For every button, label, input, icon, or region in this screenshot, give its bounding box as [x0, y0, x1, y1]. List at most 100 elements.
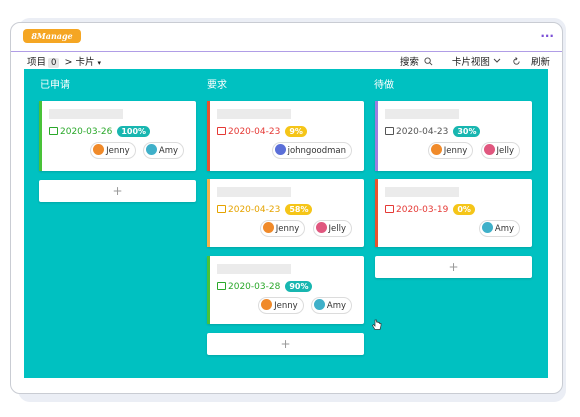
refresh-button[interactable]: 刷新: [512, 57, 550, 68]
card-due-date: 2020-03-19 0%: [385, 204, 475, 215]
card-status-bar: [375, 179, 378, 247]
card-status-bar: [375, 101, 378, 171]
task-card[interactable]: 2020-04-23 30% Jenny Jelly: [375, 101, 532, 171]
card-due-date: 2020-04-23 9%: [217, 126, 307, 137]
assignees: Amy: [475, 220, 520, 237]
breadcrumb-separator: >: [64, 57, 73, 68]
avatar: [274, 144, 286, 155]
due-date-text: 2020-04-23: [228, 205, 281, 215]
assignees: johngoodman: [268, 142, 352, 159]
progress-badge: 90%: [285, 281, 313, 292]
app-logo: 8Manage: [23, 29, 81, 43]
assignee-name: Amy: [158, 146, 178, 156]
task-card[interactable]: 2020-03-28 90% Jenny Amy: [207, 256, 364, 324]
card-due-date: 2020-04-23 58%: [217, 204, 313, 215]
caret-down-icon: ▾: [97, 59, 102, 67]
assignee-chip[interactable]: Jenny: [90, 142, 136, 159]
chevron-down-icon: [493, 58, 501, 63]
card-title-placeholder: [217, 264, 291, 274]
card-title-placeholder: [49, 109, 123, 119]
kanban-board: 已申请 2020-03-26 100% Jenny Amy + 要求 2020-0…: [24, 69, 548, 378]
calendar-icon: [217, 205, 226, 213]
calendar-icon: [49, 127, 58, 135]
due-date-text: 2020-04-23: [396, 127, 449, 137]
calendar-icon: [217, 282, 226, 290]
column-title-applied: 已申请: [40, 80, 70, 91]
assignee-name: Jelly: [496, 146, 515, 156]
project-link[interactable]: 项目: [27, 57, 46, 68]
breadcrumb: 项目 0 > 卡片 ▾: [27, 54, 101, 68]
assignee-chip[interactable]: Amy: [142, 142, 184, 159]
column-title-requested: 要求: [207, 80, 227, 91]
avatar: [261, 299, 273, 310]
card-due-date: 2020-04-23 30%: [385, 126, 481, 137]
card-dropdown-label: 卡片: [75, 57, 95, 68]
assignee-name: Jenny: [274, 301, 298, 311]
avatar: [430, 144, 442, 155]
calendar-icon: [385, 127, 394, 135]
more-menu-button[interactable]: ...: [540, 26, 554, 40]
card-status-bar: [207, 256, 210, 324]
assignee-name: Jenny: [443, 146, 468, 156]
assignee-chip[interactable]: johngoodman: [271, 142, 352, 159]
progress-badge: 58%: [285, 204, 313, 215]
avatar: [313, 299, 325, 310]
due-date-text: 2020-03-19: [396, 205, 449, 215]
assignee-chip[interactable]: Jelly: [480, 142, 520, 159]
avatar: [145, 144, 157, 155]
search-button[interactable]: 搜索: [392, 57, 433, 68]
card-due-date: 2020-03-26 100%: [49, 126, 151, 137]
assignee-name: Amy: [326, 301, 346, 311]
assignees: Jenny Jelly: [424, 142, 520, 159]
avatar: [483, 144, 495, 155]
assignee-name: Jelly: [328, 224, 347, 234]
assignee-name: Jenny: [106, 146, 130, 156]
card-title-placeholder: [385, 109, 459, 119]
search-label: 搜索: [399, 57, 419, 68]
top-bar: 8Manage ...: [11, 23, 562, 51]
due-date-text: 2020-03-28: [228, 282, 281, 292]
progress-badge: 9%: [285, 126, 307, 137]
avatar: [481, 222, 493, 233]
column-title-todo: 待做: [374, 80, 394, 91]
assignee-chip[interactable]: Amy: [310, 297, 352, 314]
progress-badge: 0%: [453, 204, 475, 215]
card-status-bar: [39, 101, 42, 171]
assignee-name: Amy: [494, 224, 514, 234]
assignees: Jenny Amy: [86, 142, 184, 159]
calendar-icon: [217, 127, 226, 135]
assignee-chip[interactable]: Jenny: [427, 142, 474, 159]
avatar: [93, 144, 105, 155]
view-label: 卡片视图: [451, 57, 490, 68]
due-date-text: 2020-03-26: [60, 127, 113, 137]
add-card-button[interactable]: +: [207, 333, 364, 355]
due-date-text: 2020-04-23: [228, 127, 281, 137]
assignee-name: johngoodman: [287, 146, 346, 156]
progress-badge: 30%: [453, 126, 481, 137]
card-dropdown[interactable]: 卡片 ▾: [75, 57, 101, 68]
toolbar-actions: 搜索 卡片视图 刷新: [384, 54, 550, 68]
assignees: Jenny Amy: [254, 297, 352, 314]
task-card[interactable]: 2020-04-23 9% johngoodman: [207, 101, 364, 171]
search-icon: [424, 57, 433, 66]
card-status-bar: [207, 179, 210, 247]
task-card[interactable]: 2020-04-23 58% Jenny Jelly: [207, 179, 364, 247]
assignee-chip[interactable]: Jenny: [259, 220, 306, 237]
hand-cursor-icon: [372, 319, 382, 330]
assignee-chip[interactable]: Jenny: [258, 297, 304, 314]
card-title-placeholder: [385, 187, 459, 197]
assignee-name: Jenny: [275, 224, 300, 234]
view-dropdown[interactable]: 卡片视图: [444, 57, 501, 68]
avatar: [262, 222, 274, 233]
toolbar: 项目 0 > 卡片 ▾ 搜索 卡片视图 刷新: [11, 52, 562, 70]
assignee-chip[interactable]: Jelly: [312, 220, 352, 237]
task-card[interactable]: 2020-03-26 100% Jenny Amy: [39, 101, 196, 171]
task-card[interactable]: 2020-03-19 0% Amy: [375, 179, 532, 247]
card-due-date: 2020-03-28 90%: [217, 281, 313, 292]
assignee-chip[interactable]: Amy: [478, 220, 520, 237]
card-status-bar: [207, 101, 210, 171]
add-card-button[interactable]: +: [375, 256, 532, 278]
card-title-placeholder: [217, 109, 291, 119]
add-card-button[interactable]: +: [39, 180, 196, 202]
card-title-placeholder: [217, 187, 291, 197]
